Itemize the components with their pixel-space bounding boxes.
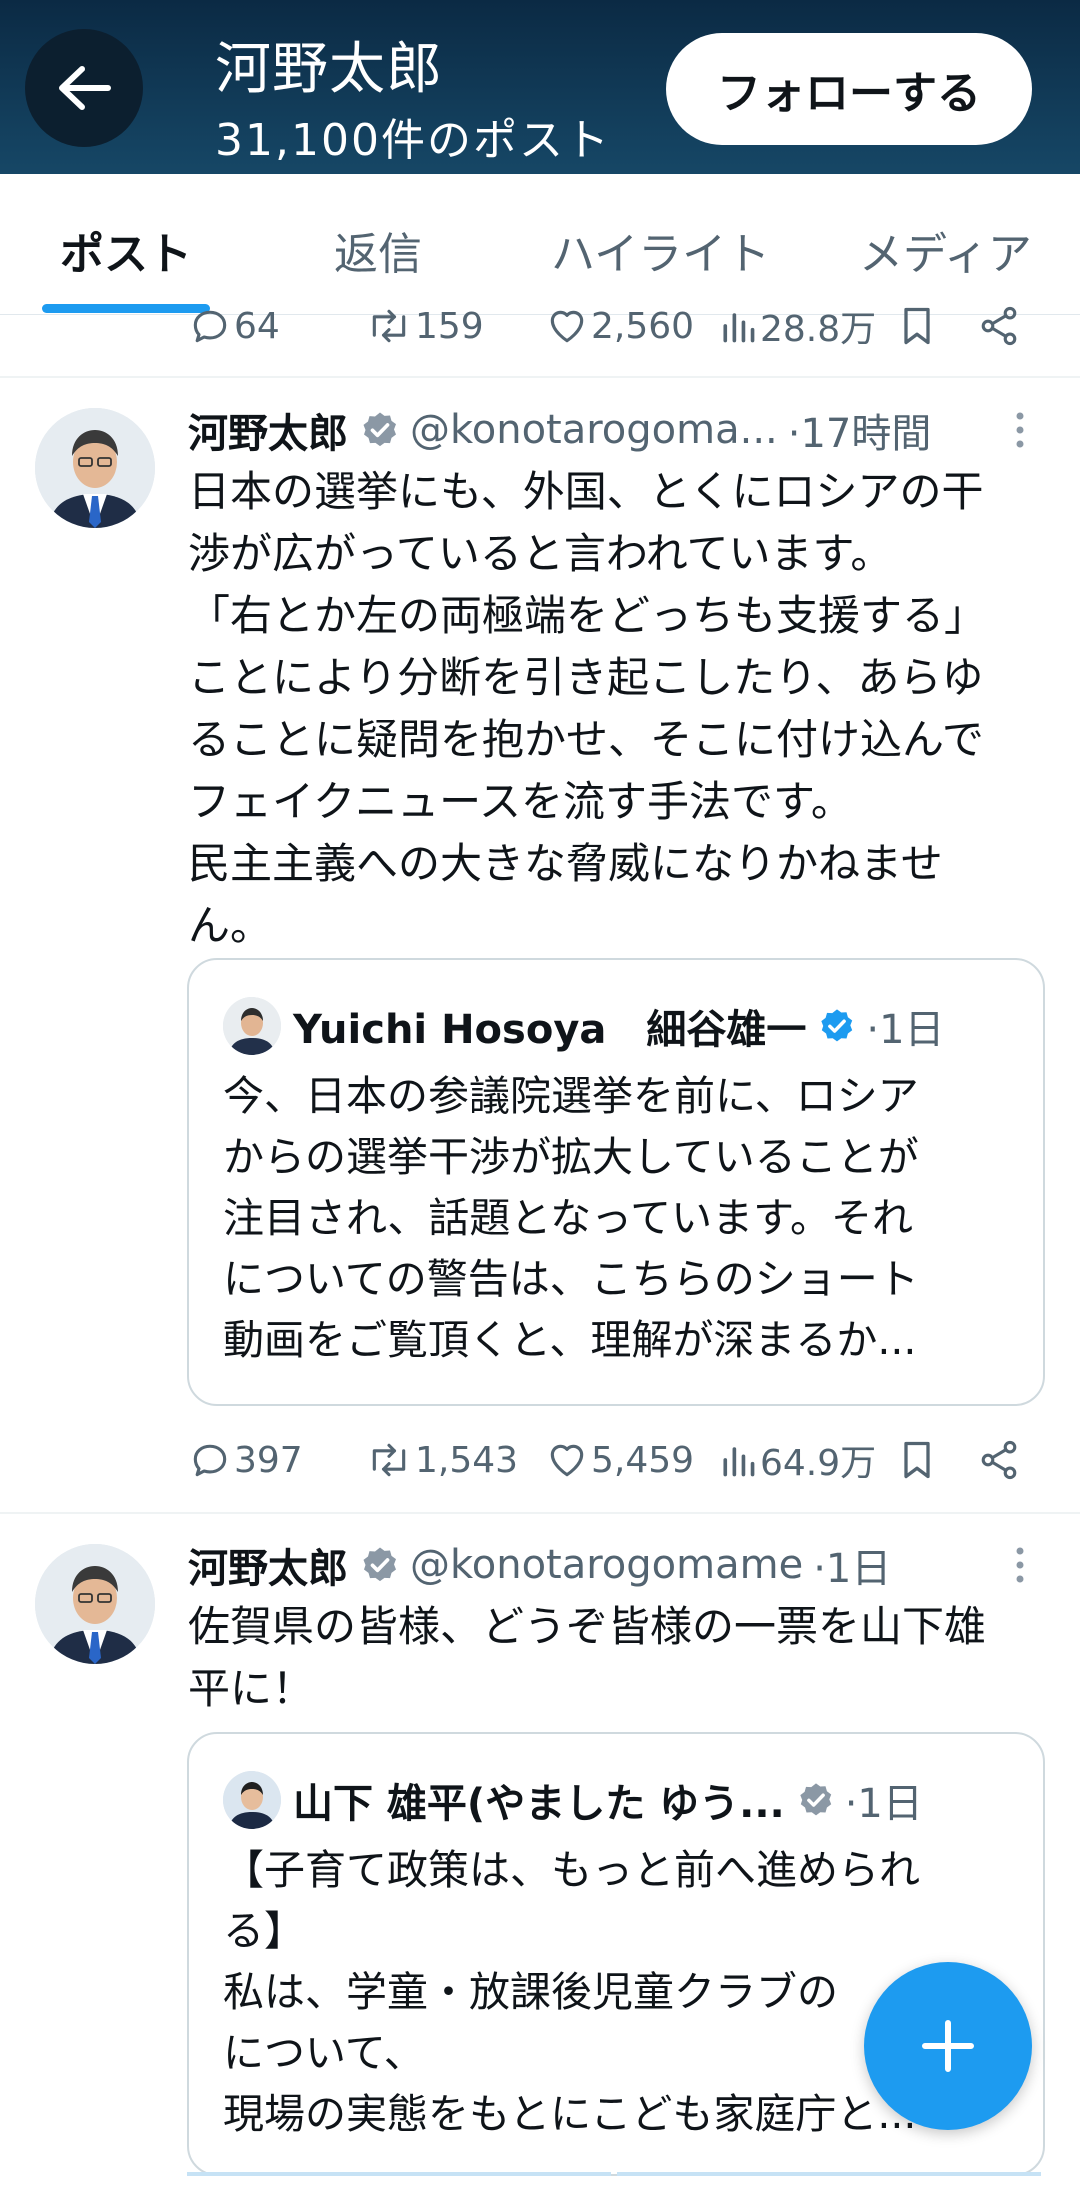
tab-media[interactable]: メディア <box>859 218 1032 282</box>
media-strip-left <box>187 2172 611 2176</box>
arrow-left-icon <box>59 66 111 110</box>
more-vertical-icon <box>1016 412 1024 448</box>
quote-text: 今、日本の参議院選挙を前に、ロシア からの選挙干渉が拡大していることが 注目され… <box>223 1072 919 1364</box>
post-count: 31,100件のポスト <box>215 115 611 166</box>
bookmark-button[interactable] <box>897 296 937 356</box>
back-button[interactable] <box>25 29 143 147</box>
author-name[interactable]: 河野太郎 <box>188 1536 348 1594</box>
reply-icon <box>193 1444 227 1477</box>
quoted-post[interactable]: Yuichi Hosoya 細谷雄一 ·1日 今、日本の参議院選挙を前に、ロシア… <box>187 958 1045 1406</box>
post-text: 佐賀県の皆様、どうぞ皆様の一票を山下雄 平に！ <box>188 1602 987 1713</box>
views-count: 64.9万 <box>760 1443 877 1484</box>
share-button[interactable] <box>977 1430 1021 1490</box>
person-photo-icon <box>35 408 155 528</box>
like-button[interactable]: 5,459 <box>545 1430 694 1490</box>
post-time[interactable]: ·1日 <box>813 1536 891 1594</box>
bookmark-button[interactable] <box>897 1430 937 1490</box>
views-button[interactable]: 28.8万 <box>718 296 876 356</box>
avatar[interactable] <box>35 1544 155 1664</box>
quote-time: ·1日 <box>844 1781 923 1827</box>
verified-badge-icon <box>363 1547 396 1582</box>
quote-time: ·1日 <box>866 1007 945 1053</box>
quote-author-name: 山下 雄平(やました ゆう... <box>293 1781 785 1827</box>
views-icon <box>723 1447 755 1477</box>
share-icon <box>981 1440 1017 1480</box>
quote-author-name: Yuichi Hosoya 細谷雄一 <box>293 1007 807 1053</box>
heart-icon <box>550 1444 584 1477</box>
more-options-button[interactable] <box>1005 400 1035 460</box>
follow-button[interactable]: フォローする <box>666 33 1032 145</box>
tab-replies[interactable]: 返信 <box>334 218 422 282</box>
reply-button[interactable]: 397 <box>188 1430 303 1490</box>
divider <box>0 376 1080 378</box>
heart-icon <box>550 310 584 343</box>
verified-badge-icon <box>363 412 396 447</box>
prev-post-actions: 64 159 2,560 28.8万 <box>0 296 1080 356</box>
post-header: 河野太郎 @konotarogoma... ·17時間 <box>188 400 931 460</box>
person-photo-icon <box>223 997 281 1055</box>
author-name[interactable]: 河野太郎 <box>188 401 348 459</box>
more-vertical-icon <box>1016 1547 1024 1583</box>
more-options-button[interactable] <box>1005 1535 1035 1595</box>
profile-tabs: ポスト 返信 ハイライト メディア <box>0 174 1080 315</box>
repost-button[interactable]: 1,543 <box>365 1430 518 1490</box>
share-icon <box>981 306 1017 346</box>
post-header: 河野太郎 @konotarogomame ·1日 <box>188 1535 891 1595</box>
person-photo-icon <box>35 1544 155 1664</box>
quote-avatar <box>223 997 281 1055</box>
like-button[interactable]: 2,560 <box>545 296 694 356</box>
share-button[interactable] <box>977 296 1021 356</box>
divider <box>0 1512 1080 1514</box>
repost-count: 1,543 <box>415 1439 519 1481</box>
author-handle[interactable]: @konotarogoma... <box>410 407 778 453</box>
repost-icon <box>372 309 406 343</box>
avatar[interactable] <box>35 408 155 528</box>
reply-icon <box>193 310 227 343</box>
quote-header: 山下 雄平(やました ゆう... ·1日 <box>223 1770 923 1830</box>
like-count: 2,560 <box>591 305 695 347</box>
reply-count: 64 <box>234 305 280 347</box>
verified-badge-icon <box>821 1009 853 1042</box>
author-handle[interactable]: @konotarogomame <box>410 1542 803 1588</box>
repost-button[interactable]: 159 <box>365 296 484 356</box>
bookmark-icon <box>904 1441 930 1479</box>
bookmark-icon <box>904 307 930 345</box>
post-time[interactable]: ·17時間 <box>788 401 932 459</box>
plus-icon <box>922 2020 974 2072</box>
media-strip-right <box>617 2172 1041 2176</box>
quote-avatar <box>223 1771 281 1829</box>
views-button[interactable]: 64.9万 <box>718 1430 876 1490</box>
post-text: 日本の選挙にも、外国、とくにロシアの干 渉が広がっていると言われています。 「右… <box>188 467 987 950</box>
views-icon <box>723 313 755 343</box>
tab-posts[interactable]: ポスト <box>60 218 192 282</box>
repost-icon <box>372 1443 406 1477</box>
profile-name: 河野太郎 <box>215 37 443 102</box>
person-photo-icon <box>223 1771 281 1829</box>
profile-header: 河野太郎 31,100件のポスト フォローする <box>0 0 1080 174</box>
quote-header: Yuichi Hosoya 細谷雄一 ·1日 <box>223 996 945 1056</box>
views-count: 28.8万 <box>760 309 877 350</box>
reply-button[interactable]: 64 <box>188 296 280 356</box>
tab-highlights[interactable]: ハイライト <box>551 218 770 282</box>
like-count: 5,459 <box>591 1439 695 1481</box>
verified-badge-icon <box>800 1783 831 1816</box>
post-actions: 397 1,543 5,459 64.9万 <box>0 1430 1080 1490</box>
reply-count: 397 <box>234 1439 303 1481</box>
compose-button[interactable] <box>864 1962 1032 2130</box>
repost-count: 159 <box>415 305 484 347</box>
